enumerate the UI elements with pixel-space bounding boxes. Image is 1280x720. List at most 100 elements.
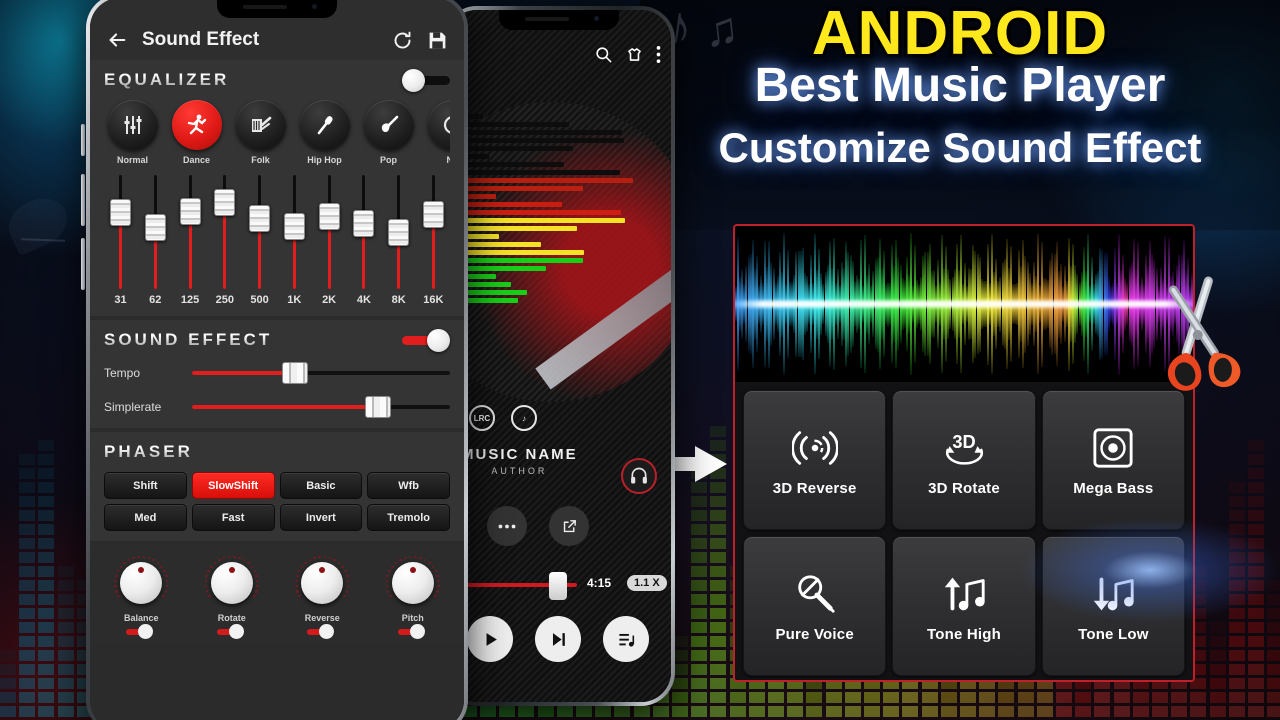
eq-band-track[interactable] <box>143 175 168 289</box>
search-icon[interactable] <box>594 45 613 64</box>
knob-toggle[interactable] <box>216 624 247 639</box>
equalizer-toggle[interactable] <box>402 68 450 92</box>
equalizer-preset-list[interactable]: Normal Dance Folk Hip Hop Pop No <box>104 100 450 165</box>
eq-band-16K[interactable]: 16K <box>421 175 446 306</box>
knob-body[interactable] <box>391 562 434 604</box>
effect-tile-mega-bass[interactable]: Mega Bass <box>1041 390 1185 530</box>
eq-band-250[interactable]: 250 <box>212 175 237 306</box>
knob-dial[interactable] <box>113 555 169 611</box>
fx-slider-simplerate[interactable]: Simplerate <box>104 396 450 418</box>
eq-preset-normal[interactable]: Normal <box>104 100 161 165</box>
eq-shortcut-button[interactable] <box>621 458 657 494</box>
eq-band-track[interactable] <box>282 175 307 289</box>
knob-dial[interactable] <box>385 555 441 611</box>
knob-dial[interactable] <box>294 555 350 611</box>
knob-pitch[interactable]: Pitch <box>385 555 441 639</box>
eq-band-handle[interactable] <box>388 219 410 246</box>
eq-band-track[interactable] <box>178 175 203 289</box>
effect-tile-tone-low[interactable]: Tone Low <box>1041 536 1185 676</box>
knob-balance[interactable]: Balance <box>113 555 169 639</box>
knob-reverse[interactable]: Reverse <box>294 555 350 639</box>
seek-handle[interactable] <box>549 572 567 600</box>
overflow-menu-icon[interactable] <box>656 45 661 64</box>
effect-button-grid[interactable]: 3D Reverse 3D 3D Rotate Mega Bass Pure V… <box>735 382 1193 680</box>
more-dots-icon[interactable] <box>487 506 527 546</box>
phaser-option-tremolo[interactable]: Tremolo <box>367 504 450 531</box>
eq-band-500[interactable]: 500 <box>247 175 272 306</box>
guitar-icon[interactable] <box>363 100 414 150</box>
eq-band-track[interactable] <box>351 175 376 289</box>
knob-body[interactable] <box>210 562 253 604</box>
phaser-option-shift[interactable]: Shift <box>104 472 187 499</box>
refresh-icon[interactable] <box>392 30 413 51</box>
eq-band-handle[interactable] <box>214 189 236 216</box>
eq-band-handle[interactable] <box>144 214 166 241</box>
eq-band-125[interactable]: 125 <box>178 175 203 306</box>
equalizer-band-sliders[interactable]: 31 62 125 250 500 1K 2K 4K 8K 16K <box>104 175 450 306</box>
eq-band-4K[interactable]: 4K <box>351 175 376 306</box>
knob-toggle[interactable] <box>397 624 428 639</box>
eq-band-31[interactable]: 31 <box>108 175 133 306</box>
fx-slider-handle[interactable] <box>364 396 391 418</box>
toggle-knob[interactable] <box>402 68 425 92</box>
fx-slider-tempo[interactable]: Tempo <box>104 362 450 384</box>
knob-rotate[interactable]: Rotate <box>204 555 260 639</box>
fx-slider-track[interactable] <box>192 362 450 384</box>
theme-icon[interactable] <box>625 45 644 64</box>
playback-speed-badge[interactable]: 1.1 X <box>627 575 667 591</box>
save-icon[interactable] <box>427 30 448 51</box>
effect-knobs[interactable]: Balance Rotate Reverse Pitch <box>90 545 464 643</box>
toggle-knob[interactable] <box>319 624 335 639</box>
eq-band-handle[interactable] <box>249 205 271 232</box>
mood-icon[interactable]: ♪ <box>511 405 537 431</box>
eq-band-1K[interactable]: 1K <box>282 175 307 306</box>
more-icon[interactable] <box>427 100 450 150</box>
share-icon[interactable] <box>549 506 589 546</box>
eq-band-handle[interactable] <box>179 198 201 225</box>
mic-icon[interactable] <box>299 100 350 150</box>
phaser-option-basic[interactable]: Basic <box>279 472 363 499</box>
phaser-option-invert[interactable]: Invert <box>279 504 363 531</box>
accordion-icon[interactable] <box>235 100 286 150</box>
play-button[interactable] <box>467 616 513 662</box>
phaser-options[interactable]: Shift SlowShift Basic Wfb Med Fast Inver… <box>104 472 450 531</box>
next-button[interactable] <box>535 616 581 662</box>
phaser-option-slowshift[interactable]: SlowShift <box>191 472 275 499</box>
sliders-icon[interactable] <box>107 100 158 150</box>
effect-tile-pure-voice[interactable]: Pure Voice <box>743 536 887 676</box>
eq-band-handle[interactable] <box>422 201 444 228</box>
eq-band-handle[interactable] <box>318 203 340 230</box>
eq-preset-hip-hop[interactable]: Hip Hop <box>296 100 353 165</box>
eq-band-track[interactable] <box>212 175 237 289</box>
eq-preset-dance[interactable]: Dance <box>168 100 225 165</box>
phaser-option-med[interactable]: Med <box>104 504 187 531</box>
knob-dial[interactable] <box>204 555 260 611</box>
eq-band-track[interactable] <box>317 175 342 289</box>
eq-band-handle[interactable] <box>110 199 131 226</box>
knob-body[interactable] <box>120 562 163 604</box>
toggle-knob[interactable] <box>409 624 425 639</box>
playlist-button[interactable] <box>603 616 649 662</box>
eq-band-track[interactable] <box>386 175 411 289</box>
effect-tile-3d-rotate[interactable]: 3D 3D Rotate <box>892 390 1036 530</box>
eq-band-track[interactable] <box>108 175 133 289</box>
effect-tile-tone-high[interactable]: Tone High <box>892 536 1036 676</box>
eq-band-track[interactable] <box>247 175 272 289</box>
toggle-knob[interactable] <box>228 624 244 639</box>
eq-band-62[interactable]: 62 <box>143 175 168 306</box>
sound-effect-sliders[interactable]: Tempo Simplerate <box>104 362 450 418</box>
eq-preset-folk[interactable]: Folk <box>232 100 289 165</box>
sound-effect-toggle[interactable] <box>402 328 450 352</box>
toggle-knob[interactable] <box>138 624 154 639</box>
knob-body[interactable] <box>301 562 344 604</box>
eq-band-handle[interactable] <box>353 210 375 237</box>
eq-band-8K[interactable]: 8K <box>386 175 411 306</box>
toggle-knob[interactable] <box>427 328 450 352</box>
lrc-badge[interactable]: LRC <box>469 405 495 431</box>
knob-toggle[interactable] <box>126 624 156 639</box>
eq-preset-no[interactable]: No <box>424 100 450 165</box>
eq-band-track[interactable] <box>421 175 446 289</box>
effect-tile-3d-reverse[interactable]: 3D Reverse <box>743 390 887 530</box>
eq-preset-pop[interactable]: Pop <box>360 100 417 165</box>
phaser-option-fast[interactable]: Fast <box>191 504 275 531</box>
